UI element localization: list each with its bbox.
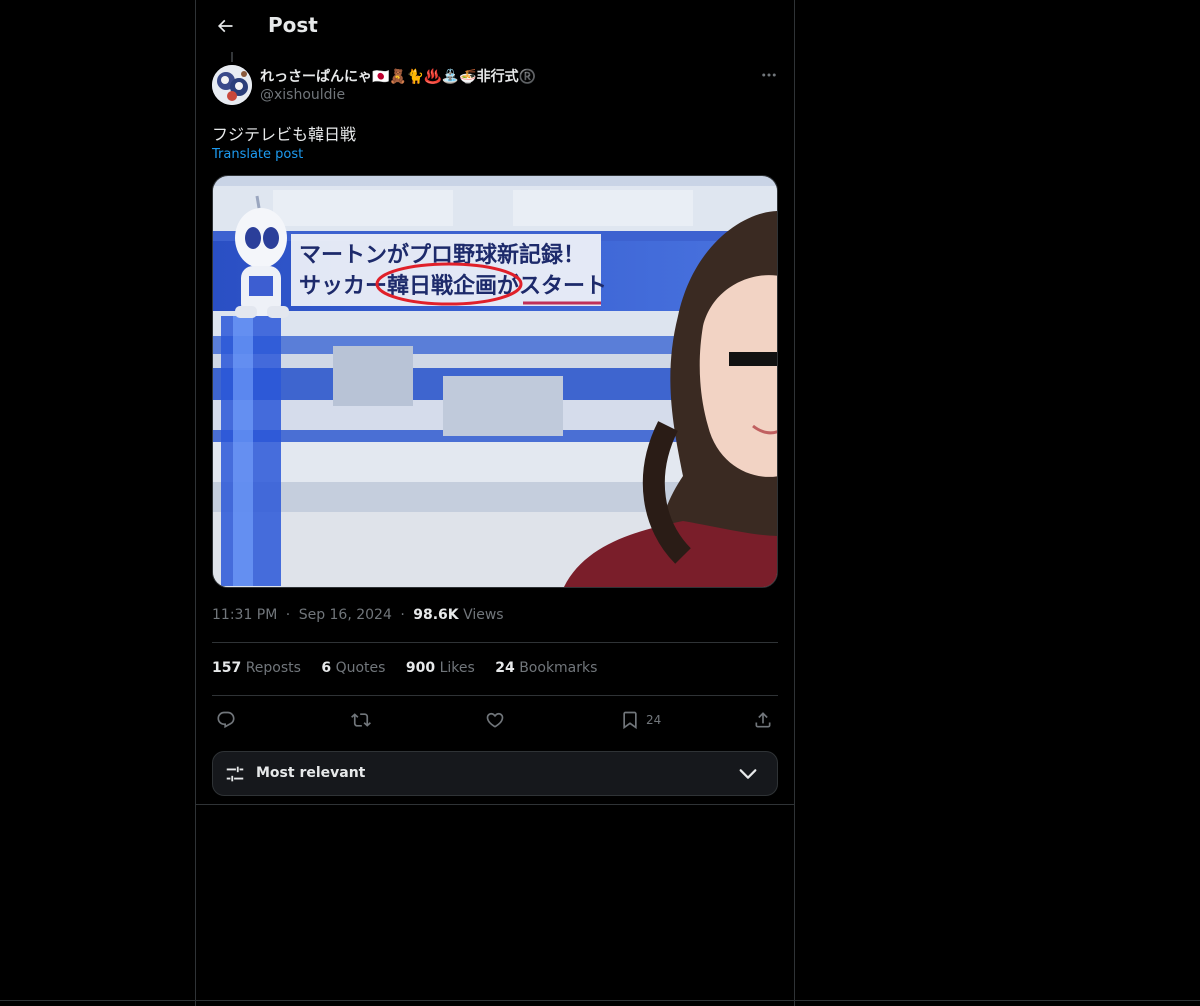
page-title: Post (268, 13, 318, 37)
more-horizontal-icon (762, 73, 776, 77)
views-label: Views (463, 607, 504, 623)
divider (212, 695, 778, 696)
post-time[interactable]: 11:31 PM (212, 607, 277, 623)
sliders-icon (226, 766, 244, 782)
news-broadcast-image: マートンがプロ野球新記録！ サッカー韓日戦企画がスタート (213, 176, 777, 587)
chevron-down-icon (739, 769, 757, 779)
share-button[interactable] (753, 706, 773, 734)
divider (196, 804, 794, 805)
meta-dot: · (285, 607, 291, 623)
views-count: 98.6K (413, 607, 459, 623)
reply-button[interactable] (216, 706, 236, 734)
reposts-stat[interactable]: 157 Reposts (212, 660, 301, 676)
bookmarks-stat[interactable]: 24 Bookmarks (495, 660, 597, 676)
post-image[interactable]: マートンがプロ野球新記録！ サッカー韓日戦企画がスタート (212, 175, 778, 588)
likes-label: Likes (439, 660, 475, 676)
post-text: フジテレビも韓日戦 (212, 125, 357, 144)
bookmarks-label: Bookmarks (519, 660, 598, 676)
repost-button[interactable] (351, 706, 371, 734)
bookmark-count: 24 (646, 713, 662, 727)
reply-sort-dropdown[interactable]: Most relevant (212, 751, 778, 796)
reposts-count: 157 (212, 660, 242, 676)
repost-icon (351, 713, 371, 727)
arrow-left-icon (217, 19, 233, 33)
bookmark-icon (623, 711, 637, 730)
reply-icon (217, 711, 235, 729)
avatar[interactable] (212, 65, 252, 105)
sort-label: Most relevant (256, 765, 366, 781)
likes-stat[interactable]: 900 Likes (406, 660, 475, 676)
avatar-image (212, 65, 252, 105)
media-caption-line2: サッカー韓日戦企画がスタート (299, 273, 607, 299)
heart-icon (486, 712, 504, 728)
post-meta: 11:31 PM · Sep 16, 2024 · 98.6K Views (212, 607, 504, 623)
header: Post (196, 0, 794, 53)
meta-dot: · (400, 607, 405, 623)
quotes-stat[interactable]: 6 Quotes (321, 660, 385, 676)
thread-line (231, 52, 233, 62)
post-date[interactable]: Sep 16, 2024 (299, 607, 392, 623)
author-handle[interactable]: @xishouldie (260, 87, 345, 103)
like-button[interactable] (485, 706, 505, 734)
translate-post-link[interactable]: Translate post (212, 147, 303, 162)
divider (0, 1000, 1200, 1001)
quotes-label: Quotes (335, 660, 386, 676)
reposts-label: Reposts (245, 660, 301, 676)
bookmark-button[interactable]: 24 (620, 706, 661, 734)
back-button[interactable] (208, 9, 242, 43)
post-stats: 157 Reposts 6 Quotes 900 Likes 24 Bookma… (212, 660, 613, 676)
post-column: Post れっさーぱんにゃ🇯🇵🧸🐈♨️⛲🍜非行式®️ @xishouldie フ… (195, 0, 795, 1006)
likes-count: 900 (405, 660, 436, 676)
more-button[interactable] (756, 64, 782, 86)
share-icon (755, 712, 771, 728)
bookmarks-count: 24 (495, 660, 515, 676)
author-display-name[interactable]: れっさーぱんにゃ🇯🇵🧸🐈♨️⛲🍜非行式®️ (260, 66, 536, 86)
quotes-count: 6 (321, 660, 332, 676)
divider (212, 642, 778, 643)
